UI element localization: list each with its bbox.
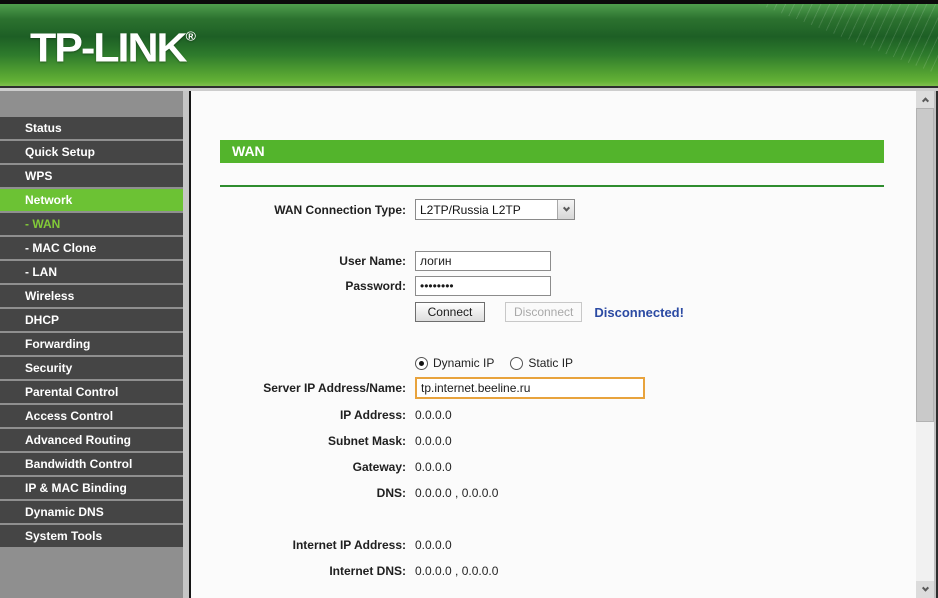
gateway-label: Gateway:	[352, 460, 406, 474]
sidebar-item-dynamic-dns[interactable]: Dynamic DNS	[0, 501, 183, 523]
sidebar-item-system-tools[interactable]: System Tools	[0, 525, 183, 547]
sidebar-item-quick-setup[interactable]: Quick Setup	[0, 141, 183, 163]
sidebar-item-bandwidth-control[interactable]: Bandwidth Control	[0, 453, 183, 475]
wan-connection-type-label: WAN Connection Type:	[274, 202, 406, 217]
subnet-mask-value: 0.0.0.0	[415, 434, 452, 448]
sidebar-item-wps[interactable]: WPS	[0, 165, 183, 187]
selected-connection-type: L2TP/Russia L2TP	[420, 202, 521, 217]
sidebar-item-dhcp[interactable]: DHCP	[0, 309, 183, 331]
sidebar-item-access-control[interactable]: Access Control	[0, 405, 183, 427]
internet-ip-address-value: 0.0.0.0	[415, 538, 452, 552]
sidebar-item-status[interactable]: Status	[0, 117, 183, 139]
internet-ip-address-label: Internet IP Address:	[292, 538, 406, 552]
static-ip-option[interactable]: Static IP	[510, 356, 573, 370]
section-separator	[220, 185, 884, 187]
server-ip-input[interactable]	[415, 377, 645, 399]
sidebar-item-network[interactable]: Network	[0, 189, 183, 211]
ip-address-label: IP Address:	[339, 408, 406, 422]
user-name-input[interactable]	[415, 251, 551, 271]
router-admin-page: TP-LINK® Status Quick Setup WPS Network …	[0, 0, 938, 598]
window-right-border	[934, 91, 938, 598]
server-ip-label: Server IP Address/Name:	[263, 381, 406, 395]
internet-dns-value: 0.0.0.0 , 0.0.0.0	[415, 564, 499, 578]
static-ip-label: Static IP	[528, 356, 574, 370]
disconnect-button: Disconnect	[505, 302, 583, 322]
ip-mode-radio-group: Dynamic IP Static IP	[415, 356, 589, 370]
sidebar-item-wireless[interactable]: Wireless	[0, 285, 183, 307]
dynamic-ip-radio[interactable]	[415, 356, 428, 370]
dynamic-ip-option[interactable]: Dynamic IP	[415, 356, 494, 370]
ip-address-value: 0.0.0.0	[415, 408, 452, 422]
dns-label: DNS:	[376, 486, 406, 500]
scrollbar-thumb[interactable]	[916, 108, 934, 422]
chevron-down-icon[interactable]	[557, 200, 574, 219]
sidebar-item-mac-clone[interactable]: - MAC Clone	[0, 237, 183, 259]
scrollbar-track[interactable]	[916, 422, 934, 581]
dynamic-ip-label: Dynamic IP	[433, 356, 495, 370]
sidebar-item-wan[interactable]: - WAN	[0, 213, 183, 235]
sidebar-item-lan[interactable]: - LAN	[0, 261, 183, 283]
sidebar-menu: Status Quick Setup WPS Network - WAN - M…	[0, 91, 183, 598]
page-title: WAN	[220, 140, 884, 163]
sidebar-item-security[interactable]: Security	[0, 357, 183, 379]
dns-value: 0.0.0.0 , 0.0.0.0	[415, 486, 499, 500]
static-ip-radio[interactable]	[510, 356, 524, 370]
password-label: Password:	[345, 279, 406, 293]
connection-status-text: Disconnected!	[594, 304, 684, 320]
sidebar-item-ip-mac-binding[interactable]: IP & MAC Binding	[0, 477, 183, 499]
sidebar-item-parental-control[interactable]: Parental Control	[0, 381, 183, 403]
sidebar-item-forwarding[interactable]: Forwarding	[0, 333, 183, 355]
wan-settings-form: WAN Connection Type: L2TP/Russia L2TP Us…	[220, 199, 916, 578]
tp-link-logo: TP-LINK®	[30, 25, 196, 72]
user-name-label: User Name:	[339, 254, 406, 268]
subnet-mask-label: Subnet Mask:	[327, 434, 406, 448]
header: TP-LINK®	[0, 4, 938, 86]
chevron-down-icon[interactable]	[916, 581, 934, 598]
main-content: WAN WAN Connection Type: L2TP/Russia L2T…	[191, 91, 916, 598]
internet-dns-label: Internet DNS:	[329, 564, 406, 578]
vertical-scrollbar[interactable]	[916, 91, 934, 598]
sidebar-item-advanced-routing[interactable]: Advanced Routing	[0, 429, 183, 451]
gateway-value: 0.0.0.0	[415, 460, 452, 474]
header-diagonal-lines-decoration	[758, 4, 938, 75]
chevron-up-icon[interactable]	[916, 91, 934, 108]
registered-trademark-symbol: ®	[185, 28, 196, 44]
wan-connection-type-select[interactable]: L2TP/Russia L2TP	[415, 199, 575, 220]
connect-button[interactable]: Connect	[415, 302, 485, 322]
password-input[interactable]	[415, 276, 551, 296]
logo-text: TP-LINK	[30, 25, 188, 71]
